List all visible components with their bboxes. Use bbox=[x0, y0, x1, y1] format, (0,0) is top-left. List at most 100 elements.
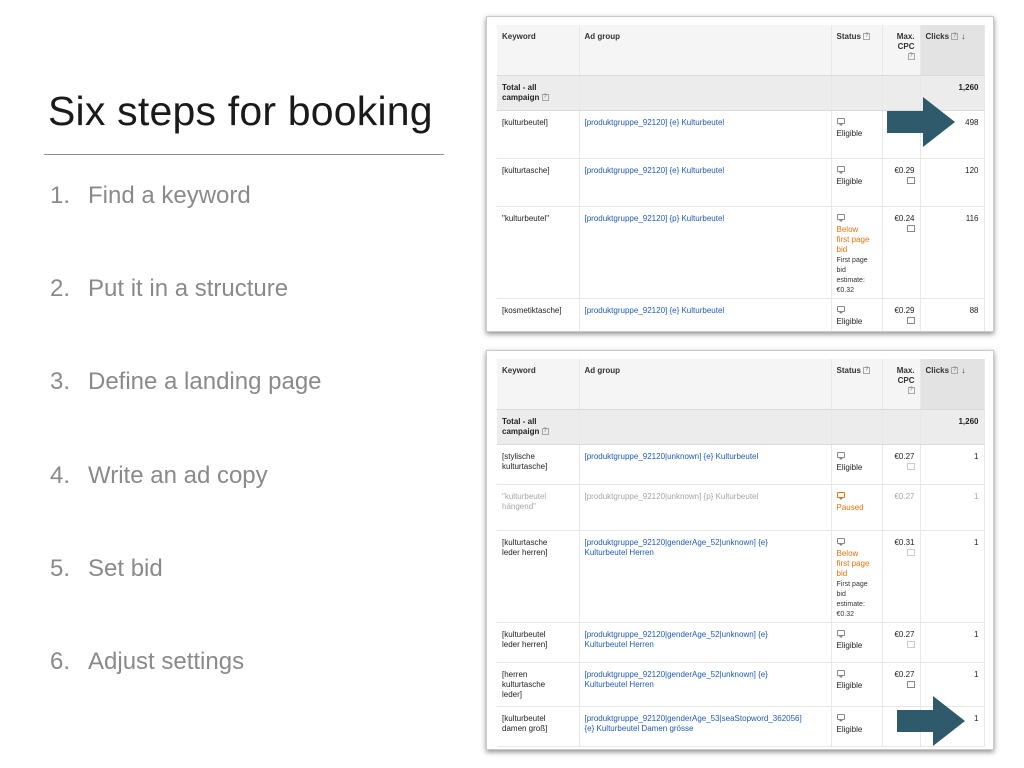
estimate-line4: €0.32 bbox=[836, 610, 855, 618]
speech-bubble-icon[interactable] bbox=[836, 165, 845, 174]
help-icon[interactable]: ? bbox=[907, 53, 915, 61]
max-cpc-column-header[interactable]: Max. CPC? bbox=[882, 359, 921, 410]
total-row: Total - all campaign ? 1,260 bbox=[497, 409, 985, 445]
max-cpc-value: €0.27 bbox=[894, 451, 915, 461]
step-text: Write an ad copy bbox=[88, 462, 268, 489]
clicks-cell: 88 bbox=[920, 298, 985, 331]
status-column-header[interactable]: Status ? bbox=[831, 359, 883, 410]
clicks-cell: 1 bbox=[920, 530, 985, 623]
max-cpc-cell[interactable]: €0.24 bbox=[882, 206, 921, 299]
step-number: 6. bbox=[50, 648, 71, 675]
status-cell: Below first page bid First page bid estimate:… bbox=[831, 206, 883, 299]
ad-group-line1: [produktgruppe_92120|genderAge_53|seaSto… bbox=[584, 713, 802, 723]
clicks-cell: 116 bbox=[920, 206, 985, 299]
step-item: 5. Set bid bbox=[50, 555, 450, 583]
table-row-paused: "kulturbeutel hängend" [produktgruppe_921… bbox=[497, 484, 985, 531]
bid-chart-icon[interactable] bbox=[906, 640, 915, 648]
max-cpc-cell[interactable]: €0.29 bbox=[882, 298, 921, 331]
help-icon[interactable]: ? bbox=[951, 33, 959, 41]
status-cell: Eligible bbox=[831, 158, 883, 207]
ad-group-line1: [produktgruppe_92120|genderAge_52|unknow… bbox=[584, 669, 768, 679]
sort-descending-icon[interactable]: ↓ bbox=[961, 366, 965, 375]
speech-bubble-icon[interactable] bbox=[836, 629, 845, 638]
max-cpc-cell[interactable]: €0.29 bbox=[882, 158, 921, 207]
speech-bubble-icon[interactable] bbox=[836, 451, 845, 460]
ad-group-link[interactable]: [produktgruppe_92120] {p} Kulturbeutel bbox=[579, 206, 832, 299]
ad-group-link[interactable]: [produktgruppe_92120] {e} Kulturbeutel bbox=[579, 158, 832, 207]
estimate-line2: bid bbox=[836, 590, 846, 598]
help-icon[interactable]: ? bbox=[541, 93, 549, 101]
status-column-header[interactable]: Status ? bbox=[831, 25, 883, 76]
ad-group-link[interactable]: [produktgruppe_92120|unknown] {e} Kultur… bbox=[579, 444, 832, 485]
speech-bubble-icon[interactable] bbox=[836, 491, 845, 500]
keyword-cell: [kulturtasche leder herren] bbox=[497, 530, 580, 623]
help-icon[interactable]: ? bbox=[541, 427, 549, 435]
max-cpc-cell[interactable]: €0.27 bbox=[882, 444, 921, 485]
max-cpc-cell[interactable]: €0.31 bbox=[882, 530, 921, 623]
speech-bubble-icon[interactable] bbox=[836, 669, 845, 678]
ad-group-link[interactable]: [produktgruppe_92120|genderAge_52|unknow… bbox=[579, 530, 832, 623]
bid-chart-icon[interactable] bbox=[906, 176, 915, 184]
arrow-shape bbox=[887, 97, 955, 147]
table-row: [kulturtasche leder herren] [produktgrupp… bbox=[497, 530, 985, 623]
speech-bubble-icon[interactable] bbox=[836, 213, 845, 222]
keyword-line2: damen groß] bbox=[502, 723, 548, 733]
ad-group-link[interactable]: [produktgruppe_92120|unknown] {p} Kultur… bbox=[579, 484, 832, 531]
status-text: Eligible bbox=[836, 640, 863, 650]
keyword-cell: [kosmetiktasche] bbox=[497, 298, 580, 331]
speech-bubble-icon[interactable] bbox=[836, 713, 845, 722]
sort-descending-icon[interactable]: ↓ bbox=[961, 32, 965, 41]
status-cell: Eligible bbox=[831, 298, 883, 331]
ad-group-link[interactable]: [produktgruppe_92120|genderAge_52|unknow… bbox=[579, 662, 832, 707]
status-header-label: Status bbox=[836, 32, 861, 41]
clicks-column-header[interactable]: Clicks ? ↓ bbox=[920, 359, 985, 410]
bid-chart-icon[interactable] bbox=[906, 224, 915, 232]
keyword-line2: hängend" bbox=[502, 501, 536, 511]
speech-bubble-icon[interactable] bbox=[836, 537, 845, 546]
status-warning-line3: bid bbox=[836, 568, 848, 578]
ad-group-column-header[interactable]: Ad group bbox=[579, 359, 832, 410]
ad-group-column-header[interactable]: Ad group bbox=[579, 25, 832, 76]
step-item: 1. Find a keyword bbox=[50, 182, 450, 210]
total-label: Total - all campaign ? bbox=[497, 75, 580, 111]
ad-group-link[interactable]: [produktgruppe_92120] {e} Kulturbeutel bbox=[579, 110, 832, 159]
ad-group-link[interactable]: [produktgruppe_92120|genderAge_52|unknow… bbox=[579, 622, 832, 663]
bid-chart-icon[interactable] bbox=[906, 462, 915, 470]
bid-chart-icon[interactable] bbox=[906, 548, 915, 556]
table-row: [kulturtasche] [produktgruppe_92120] {e}… bbox=[497, 158, 985, 207]
status-text: Eligible bbox=[836, 462, 863, 472]
max-cpc-value: €0.27 bbox=[894, 669, 915, 679]
step-text: Adjust settings bbox=[88, 648, 245, 675]
clicks-column-header[interactable]: Clicks ? ↓ bbox=[920, 25, 985, 76]
speech-bubble-icon[interactable] bbox=[836, 305, 845, 314]
status-cell: Paused bbox=[831, 484, 883, 531]
keyword-line1: [herren bbox=[502, 669, 528, 679]
keyword-line2: leder herren] bbox=[502, 547, 548, 557]
estimate-line2: bid bbox=[836, 266, 846, 274]
help-icon[interactable]: ? bbox=[863, 33, 871, 41]
step-text: Find a keyword bbox=[88, 182, 251, 209]
help-icon[interactable]: ? bbox=[951, 367, 959, 375]
max-cpc-cell[interactable]: €0.27 bbox=[882, 622, 921, 663]
keyword-column-header[interactable]: Keyword bbox=[497, 25, 580, 76]
total-clicks: 1,260 bbox=[920, 409, 985, 445]
step-number: 1. bbox=[50, 182, 71, 209]
step-item: 2. Put it in a structure bbox=[50, 275, 450, 303]
keyword-line1: "kulturbeutel bbox=[502, 491, 547, 501]
bid-chart-icon[interactable] bbox=[906, 680, 915, 688]
max-cpc-cell[interactable]: €0.27 bbox=[882, 484, 921, 531]
clicks-header-label: Clicks bbox=[925, 32, 950, 41]
step-item: 3. Define a landing page bbox=[50, 368, 450, 396]
help-icon[interactable]: ? bbox=[863, 367, 871, 375]
table-row: [kulturbeutel leder herren] [produktgrupp… bbox=[497, 622, 985, 663]
table-row: [stylische kulturtasche] [produktgruppe_9… bbox=[497, 444, 985, 485]
max-cpc-column-header[interactable]: Max. CPC? bbox=[882, 25, 921, 76]
keyword-column-header[interactable]: Keyword bbox=[497, 359, 580, 410]
help-icon[interactable]: ? bbox=[907, 387, 915, 395]
speech-bubble-icon[interactable] bbox=[836, 117, 845, 126]
ad-group-link[interactable]: [produktgruppe_92120] {e} Kulturbeutel bbox=[579, 298, 832, 331]
total-label-line2: campaign bbox=[502, 92, 540, 102]
status-text: Eligible bbox=[836, 176, 863, 186]
bid-chart-icon[interactable] bbox=[906, 316, 915, 324]
ad-group-link[interactable]: [produktgruppe_92120|genderAge_53|seaSto… bbox=[579, 706, 832, 747]
